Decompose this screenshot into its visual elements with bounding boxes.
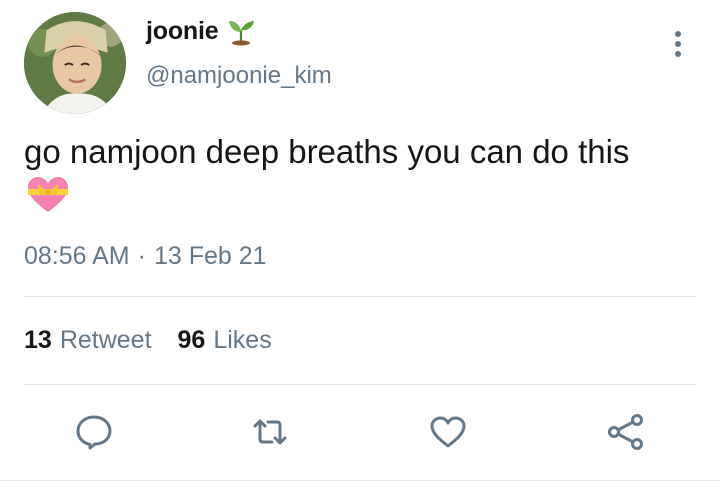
display-name[interactable]: joonie xyxy=(146,17,219,46)
retweet-stat[interactable]: 13 Retweet xyxy=(24,326,152,355)
reply-button[interactable] xyxy=(74,412,114,452)
name-row: joonie xyxy=(146,16,256,46)
like-button[interactable] xyxy=(428,412,468,452)
retweet-icon xyxy=(253,419,287,445)
tweet-text: go namjoon deep breaths you can do this xyxy=(24,130,704,214)
divider xyxy=(0,480,720,481)
tweet-card: joonie @namjoonie_kim go namjoon deep br… xyxy=(0,0,720,488)
heart-with-ribbon-icon xyxy=(28,177,68,212)
meta-separator: · xyxy=(137,242,146,270)
retweet-count: 13 xyxy=(24,326,52,354)
share-icon xyxy=(608,414,643,450)
tweet-body: go namjoon deep breaths you can do this xyxy=(24,133,630,170)
tweet-time: 08:56 AM xyxy=(24,242,130,270)
share-button[interactable] xyxy=(606,412,646,452)
likes-label: Likes xyxy=(213,326,272,354)
reply-icon xyxy=(76,415,112,450)
retweet-button[interactable] xyxy=(250,412,290,452)
likes-stat[interactable]: 96 Likes xyxy=(178,326,272,355)
avatar[interactable] xyxy=(24,12,126,114)
divider xyxy=(24,384,696,385)
more-options-icon[interactable] xyxy=(666,28,690,62)
retweet-label: Retweet xyxy=(59,326,152,354)
avatar-photo xyxy=(24,12,126,114)
heart-icon xyxy=(430,416,466,448)
tweet-timestamp[interactable]: 08:56 AM · 13 Feb 21 xyxy=(24,242,267,271)
tweet-stats: 13 Retweet 96 Likes xyxy=(24,326,298,355)
likes-count: 96 xyxy=(177,326,206,354)
user-handle[interactable]: @namjoonie_kim xyxy=(146,62,332,90)
tweet-date: 13 Feb 21 xyxy=(153,242,267,270)
divider xyxy=(24,296,696,297)
sprout-icon xyxy=(229,21,255,46)
